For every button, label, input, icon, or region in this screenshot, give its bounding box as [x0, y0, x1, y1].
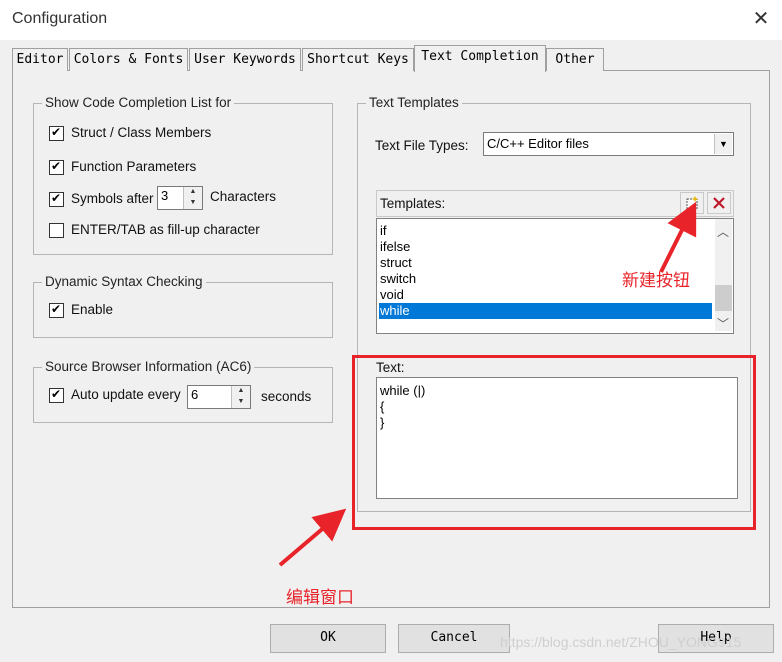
- arrow-to-new-button: [659, 201, 697, 273]
- arrow-to-edit-window: [278, 508, 347, 567]
- tab-text-completion[interactable]: Text Completion: [414, 45, 546, 72]
- annotation-arrows: [278, 201, 697, 567]
